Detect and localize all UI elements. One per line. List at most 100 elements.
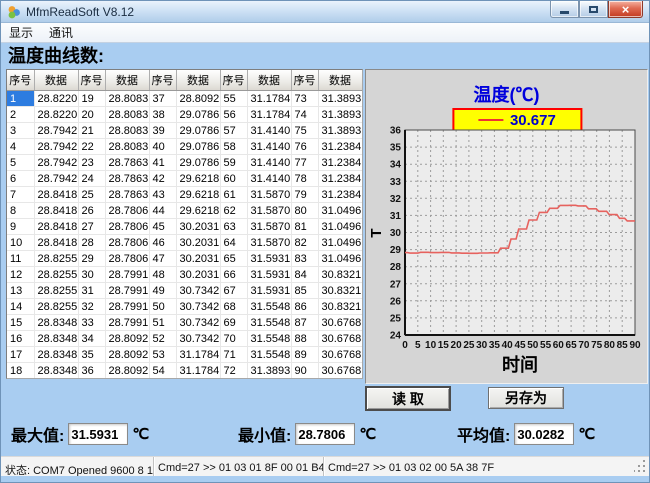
cell-value[interactable]: 30.2031 xyxy=(176,219,220,235)
cell-value[interactable]: 29.6218 xyxy=(176,171,220,187)
cell-value[interactable]: 28.7991 xyxy=(105,283,149,299)
cell-seq[interactable]: 85 xyxy=(291,283,318,299)
title-bar[interactable]: MfmReadSoft V8.12 × xyxy=(1,1,649,23)
cell-value[interactable]: 29.0786 xyxy=(176,139,220,155)
col-header-seq[interactable]: 序号 xyxy=(78,70,105,91)
cell-value[interactable]: 28.7991 xyxy=(105,315,149,331)
cell-value[interactable]: 31.3893 xyxy=(318,91,362,107)
cell-seq[interactable]: 70 xyxy=(220,331,247,347)
cell-value[interactable]: 29.0786 xyxy=(176,155,220,171)
cell-value[interactable]: 31.5548 xyxy=(247,347,291,363)
col-header-seq[interactable]: 序号 xyxy=(220,70,247,91)
menu-display[interactable]: 显示 xyxy=(1,22,41,43)
cell-value[interactable]: 30.8321 xyxy=(318,299,362,315)
cell-seq[interactable]: 49 xyxy=(149,283,176,299)
cell-value[interactable]: 31.5931 xyxy=(247,251,291,267)
cell-seq[interactable]: 42 xyxy=(149,171,176,187)
cell-seq[interactable]: 59 xyxy=(220,155,247,171)
cell-value[interactable]: 28.8255 xyxy=(34,283,78,299)
cell-seq[interactable]: 28 xyxy=(78,235,105,251)
menu-communication[interactable]: 通讯 xyxy=(41,22,81,43)
cell-seq[interactable]: 22 xyxy=(78,139,105,155)
cell-seq[interactable]: 74 xyxy=(291,107,318,123)
cell-value[interactable]: 30.7342 xyxy=(176,315,220,331)
cell-value[interactable]: 30.6768 xyxy=(318,363,362,379)
cell-value[interactable]: 31.5870 xyxy=(247,219,291,235)
cell-value[interactable]: 28.8348 xyxy=(34,315,78,331)
cell-seq[interactable]: 36 xyxy=(78,363,105,379)
cell-value[interactable]: 29.6218 xyxy=(176,203,220,219)
cell-value[interactable]: 29.0786 xyxy=(176,123,220,139)
cell-seq[interactable]: 55 xyxy=(220,91,247,107)
cell-seq[interactable]: 90 xyxy=(291,363,318,379)
cell-seq[interactable]: 12 xyxy=(7,267,34,283)
cell-seq[interactable]: 45 xyxy=(149,219,176,235)
cell-value[interactable]: 30.2031 xyxy=(176,267,220,283)
cell-value[interactable]: 31.2384 xyxy=(318,155,362,171)
resize-grip[interactable] xyxy=(634,458,648,476)
cell-value[interactable]: 31.3893 xyxy=(318,123,362,139)
cell-seq[interactable]: 31 xyxy=(78,283,105,299)
cell-value[interactable]: 28.8418 xyxy=(34,187,78,203)
cell-value[interactable]: 28.8092 xyxy=(105,363,149,379)
cell-seq[interactable]: 51 xyxy=(149,315,176,331)
avg-value-field[interactable] xyxy=(514,423,574,445)
cell-seq[interactable]: 68 xyxy=(220,299,247,315)
cell-seq[interactable]: 78 xyxy=(291,171,318,187)
col-header-value[interactable]: 数据 xyxy=(34,70,78,91)
cell-value[interactable]: 28.7863 xyxy=(105,155,149,171)
cell-seq[interactable]: 82 xyxy=(291,235,318,251)
cell-seq[interactable]: 19 xyxy=(78,91,105,107)
cell-value[interactable]: 28.7991 xyxy=(105,299,149,315)
cell-value[interactable]: 30.2031 xyxy=(176,235,220,251)
cell-seq[interactable]: 43 xyxy=(149,187,176,203)
cell-seq[interactable]: 33 xyxy=(78,315,105,331)
cell-value[interactable]: 28.7806 xyxy=(105,219,149,235)
cell-seq[interactable]: 48 xyxy=(149,267,176,283)
cell-seq[interactable]: 64 xyxy=(220,235,247,251)
col-header-value[interactable]: 数据 xyxy=(247,70,291,91)
col-header-seq[interactable]: 序号 xyxy=(149,70,176,91)
cell-seq[interactable]: 60 xyxy=(220,171,247,187)
cell-seq[interactable]: 29 xyxy=(78,251,105,267)
cell-seq[interactable]: 79 xyxy=(291,187,318,203)
cell-seq[interactable]: 13 xyxy=(7,283,34,299)
cell-seq[interactable]: 76 xyxy=(291,139,318,155)
cell-value[interactable]: 30.7342 xyxy=(176,283,220,299)
cell-seq[interactable]: 53 xyxy=(149,347,176,363)
min-value-field[interactable] xyxy=(295,423,355,445)
cell-value[interactable]: 28.8083 xyxy=(105,107,149,123)
cell-seq[interactable]: 89 xyxy=(291,347,318,363)
cell-seq[interactable]: 11 xyxy=(7,251,34,267)
cell-value[interactable]: 30.6768 xyxy=(318,331,362,347)
cell-value[interactable]: 31.5870 xyxy=(247,203,291,219)
cell-value[interactable]: 31.4140 xyxy=(247,155,291,171)
cell-value[interactable]: 28.7942 xyxy=(34,123,78,139)
minimize-button[interactable] xyxy=(550,1,579,18)
cell-value[interactable]: 28.7806 xyxy=(105,203,149,219)
col-header-seq[interactable]: 序号 xyxy=(291,70,318,91)
cell-value[interactable]: 29.0786 xyxy=(176,107,220,123)
cell-seq[interactable]: 62 xyxy=(220,203,247,219)
cell-seq[interactable]: 20 xyxy=(78,107,105,123)
cell-value[interactable]: 31.5548 xyxy=(247,331,291,347)
cell-seq[interactable]: 66 xyxy=(220,267,247,283)
cell-value[interactable]: 28.8092 xyxy=(105,331,149,347)
cell-value[interactable]: 28.7942 xyxy=(34,139,78,155)
cell-value[interactable]: 31.2384 xyxy=(318,187,362,203)
cell-value[interactable]: 28.8418 xyxy=(34,235,78,251)
save-as-button[interactable]: 另存为 xyxy=(488,387,564,409)
cell-value[interactable]: 28.8348 xyxy=(34,331,78,347)
cell-value[interactable]: 31.1784 xyxy=(247,107,291,123)
cell-seq[interactable]: 27 xyxy=(78,219,105,235)
cell-value[interactable]: 28.7863 xyxy=(105,187,149,203)
cell-value[interactable]: 28.7942 xyxy=(34,171,78,187)
cell-value[interactable]: 30.7342 xyxy=(176,331,220,347)
cell-seq[interactable]: 87 xyxy=(291,315,318,331)
cell-value[interactable]: 30.2031 xyxy=(176,251,220,267)
cell-seq[interactable]: 88 xyxy=(291,331,318,347)
cell-value[interactable]: 31.5548 xyxy=(247,315,291,331)
cell-value[interactable]: 31.0496 xyxy=(318,235,362,251)
cell-seq[interactable]: 44 xyxy=(149,203,176,219)
cell-value[interactable]: 29.6218 xyxy=(176,187,220,203)
